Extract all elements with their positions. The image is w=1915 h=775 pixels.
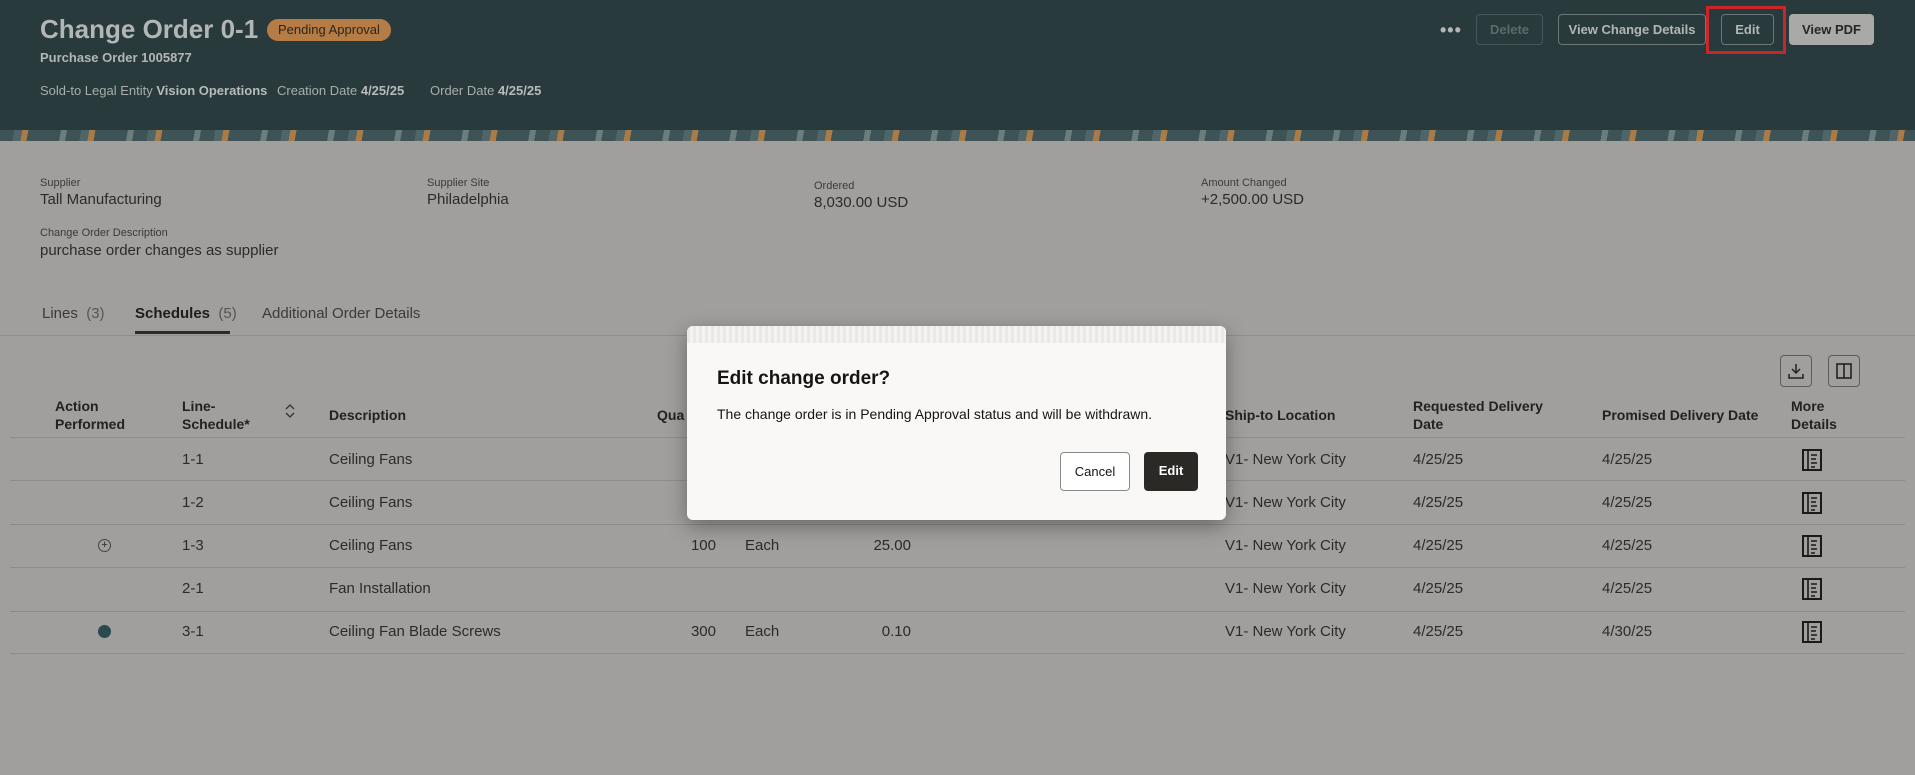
cell-promised: 4/25/25 xyxy=(1602,451,1653,468)
supplier-label: Supplier xyxy=(40,177,81,189)
dialog-message: The change order is in Pending Approval … xyxy=(717,406,1153,422)
highlight-box xyxy=(1706,6,1786,54)
columns-button[interactable] xyxy=(1828,355,1860,387)
cell-qty: 300 xyxy=(690,623,716,640)
cell-line: 1-1 xyxy=(182,451,204,468)
cell-requested: 4/25/25 xyxy=(1413,494,1464,511)
edit-change-order-dialog: Edit change order? The change order is i… xyxy=(687,326,1226,520)
cell-promised: 4/30/25 xyxy=(1602,623,1653,640)
cell-promised: 4/25/25 xyxy=(1602,494,1653,511)
row-divider xyxy=(10,567,1905,568)
dialog-header-strip xyxy=(687,326,1226,343)
tab-lines[interactable]: Lines (3) xyxy=(42,305,105,322)
cell-ship_to: V1- New York City xyxy=(1225,494,1346,511)
cell-description: Fan Installation xyxy=(329,580,431,597)
cell-ship_to: V1- New York City xyxy=(1225,537,1346,554)
dialog-title: Edit change order? xyxy=(717,368,891,389)
description-label: Change Order Description xyxy=(40,227,168,239)
cell-line: 2-1 xyxy=(182,580,204,597)
active-tab-indicator xyxy=(135,331,230,334)
changed-dot-icon xyxy=(98,625,111,638)
header-quantity: Qua xyxy=(657,407,685,423)
cell-price: 25.00 xyxy=(873,537,911,554)
cell-requested: 4/25/25 xyxy=(1413,623,1464,640)
download-icon xyxy=(1788,364,1804,379)
purchase-order-number: Purchase Order 1005877 xyxy=(40,50,192,65)
ordered-value: 8,030.00 USD xyxy=(814,194,909,211)
tab-additional-order-details[interactable]: Additional Order Details xyxy=(262,305,420,322)
header-ship-to: Ship-to Location xyxy=(1225,407,1336,423)
dialog-cancel-button[interactable]: Cancel xyxy=(1060,452,1130,491)
ordered-label: Ordered xyxy=(814,180,855,192)
header-line-schedule[interactable]: Line-Schedule* xyxy=(182,397,262,433)
decorative-banner xyxy=(0,130,1915,141)
details-icon[interactable] xyxy=(1802,535,1822,557)
row-divider xyxy=(10,611,1905,612)
meta-legal-entity: Sold-to Legal Entity Vision Operations xyxy=(40,83,268,98)
cell-description: Ceiling Fans xyxy=(329,494,413,511)
cell-requested: 4/25/25 xyxy=(1413,537,1464,554)
cell-requested: 4/25/25 xyxy=(1413,580,1464,597)
cell-price: 0.10 xyxy=(881,623,911,640)
columns-icon xyxy=(1836,363,1852,379)
details-icon[interactable] xyxy=(1802,492,1822,514)
description-value: purchase order changes as supplier xyxy=(40,242,279,259)
cell-line: 1-3 xyxy=(182,537,204,554)
dialog-edit-button[interactable]: Edit xyxy=(1144,452,1198,491)
page-header: Change Order 0-1 Pending Approval Purcha… xyxy=(0,0,1915,130)
tab-schedules[interactable]: Schedules (5) xyxy=(135,305,237,322)
cell-ship_to: V1- New York City xyxy=(1225,580,1346,597)
details-icon[interactable] xyxy=(1802,578,1822,600)
supplier-value: Tall Manufacturing xyxy=(40,191,162,208)
header-description: Description xyxy=(329,407,407,423)
cell-promised: 4/25/25 xyxy=(1602,537,1653,554)
more-actions-button[interactable]: ••• xyxy=(1440,20,1462,41)
meta-order-date: Order Date 4/25/25 xyxy=(430,83,542,98)
cell-uom: Each xyxy=(745,537,780,554)
delete-button[interactable]: Delete xyxy=(1476,14,1543,45)
cell-ship_to: V1- New York City xyxy=(1225,623,1346,640)
cell-ship_to: V1- New York City xyxy=(1225,451,1346,468)
cell-requested: 4/25/25 xyxy=(1413,451,1464,468)
cell-line: 3-1 xyxy=(182,623,204,640)
row-divider xyxy=(10,524,1905,525)
export-button[interactable] xyxy=(1780,355,1812,387)
supplier-site-label: Supplier Site xyxy=(427,177,490,189)
cell-promised: 4/25/25 xyxy=(1602,580,1653,597)
amount-changed-label: Amount Changed xyxy=(1201,177,1287,189)
details-icon[interactable] xyxy=(1802,621,1822,643)
cell-description: Ceiling Fans xyxy=(329,537,413,554)
page-title: Change Order 0-1 xyxy=(40,14,259,44)
view-change-details-button[interactable]: View Change Details xyxy=(1558,14,1706,45)
meta-creation-date: Creation Date 4/25/25 xyxy=(277,83,405,98)
cell-line: 1-2 xyxy=(182,494,204,511)
status-badge: Pending Approval xyxy=(267,19,391,41)
header-requested-date: Requested Delivery Date xyxy=(1413,398,1543,432)
cell-description: Ceiling Fan Blade Screws xyxy=(329,623,501,640)
details-icon[interactable] xyxy=(1802,449,1822,471)
view-pdf-button[interactable]: View PDF xyxy=(1789,14,1874,45)
sort-icon[interactable] xyxy=(284,404,296,418)
header-action-performed: Action Performed xyxy=(55,398,126,432)
cell-description: Ceiling Fans xyxy=(329,451,413,468)
row-divider xyxy=(10,653,1905,654)
amount-changed-value: +2,500.00 USD xyxy=(1201,191,1304,208)
cell-qty: 100 xyxy=(690,537,716,554)
added-icon: + xyxy=(98,539,111,552)
header-promised-date: Promised Delivery Date xyxy=(1602,407,1759,423)
supplier-site-value: Philadelphia xyxy=(427,191,509,208)
header-more-details: More Details xyxy=(1791,398,1837,432)
cell-uom: Each xyxy=(745,623,780,640)
